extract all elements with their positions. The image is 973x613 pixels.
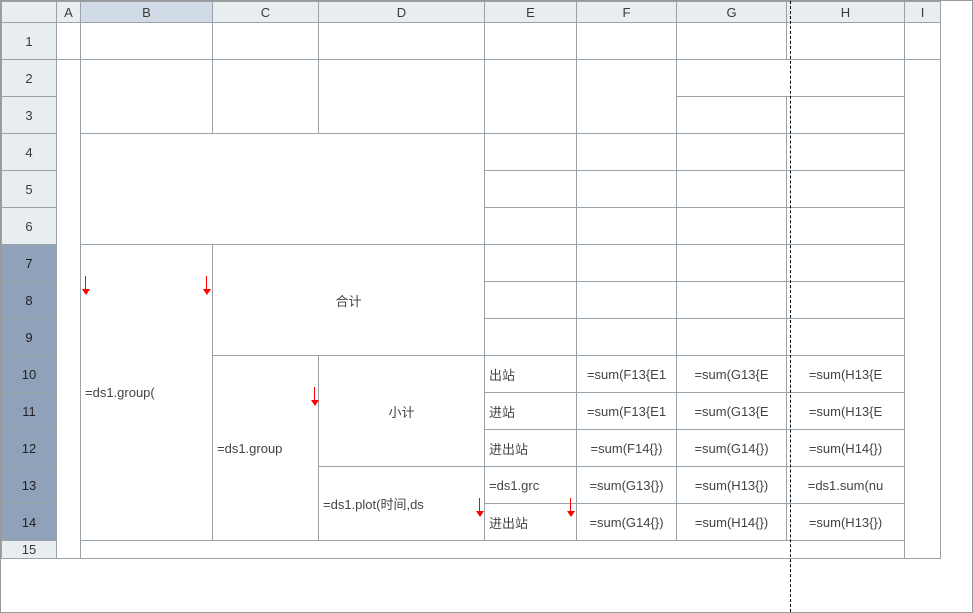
cell-G8[interactable]: =sum(G11{}): [677, 282, 787, 319]
cell-D13[interactable]: =ds1.plot(时间,ds: [319, 467, 485, 541]
cell-E6[interactable]: 进出站: [485, 208, 577, 245]
row-header-15[interactable]: 15: [2, 541, 57, 559]
cell-F8[interactable]: =sum(F11{}): [577, 282, 677, 319]
row-header-6[interactable]: 6: [2, 208, 57, 245]
row-header-14[interactable]: 14: [2, 504, 57, 541]
col-header-I[interactable]: I: [905, 2, 941, 23]
col-header-E[interactable]: E: [485, 2, 577, 23]
row-header-8[interactable]: 8: [2, 282, 57, 319]
row-header-13[interactable]: 13: [2, 467, 57, 504]
cell-E7[interactable]: 出站: [485, 245, 577, 282]
cell-H14[interactable]: =sum(H13{}): [787, 504, 905, 541]
cell-A-block[interactable]: [57, 60, 81, 559]
select-all-corner[interactable]: [2, 2, 57, 23]
cell-F10[interactable]: =sum(F13{E1: [577, 356, 677, 393]
cell-E5[interactable]: 进站: [485, 171, 577, 208]
cell-D2[interactable]: 时间段: [319, 60, 485, 134]
col-header-D[interactable]: D: [319, 2, 485, 23]
cell-H4[interactable]: =sum(H7{}): [787, 134, 905, 171]
cell-F5[interactable]: =sum(F8{}): [577, 171, 677, 208]
page-break-line: [790, 1, 791, 612]
row-header-10[interactable]: 10: [2, 356, 57, 393]
cell-A1[interactable]: [57, 23, 81, 60]
cell-G13[interactable]: =sum(H13{}): [677, 467, 787, 504]
cell-H11[interactable]: =sum(H13{E: [787, 393, 905, 430]
cell-F2[interactable]: 合计: [577, 60, 677, 134]
cell-total-label[interactable]: 总计: [81, 134, 485, 245]
cell-H6[interactable]: =sum(H9{}): [787, 208, 905, 245]
cell-F6[interactable]: =sum(F9{}): [577, 208, 677, 245]
cell-E12[interactable]: 进出站: [485, 430, 577, 467]
cell-H3[interactable]: =ds1.group(t: [787, 97, 905, 134]
cell-G1[interactable]: [677, 23, 787, 60]
cell-C2[interactable]: 车站: [213, 60, 319, 134]
cell-F12[interactable]: =sum(F14{}): [577, 430, 677, 467]
cell-B1[interactable]: [81, 23, 213, 60]
cell-B2[interactable]: =ds2.count(): [81, 60, 213, 134]
cell-G3[interactable]: 小计: [677, 97, 787, 134]
cell-F1[interactable]: [577, 23, 677, 60]
col-header-H[interactable]: H: [787, 2, 905, 23]
cell-D10[interactable]: 小计: [319, 356, 485, 467]
cell-E2[interactable]: 进出站: [485, 60, 577, 134]
row-header-9[interactable]: 9: [2, 319, 57, 356]
cell-H5[interactable]: =sum(H8{}): [787, 171, 905, 208]
cell-C1[interactable]: [213, 23, 319, 60]
cell-G14[interactable]: =sum(H14{}): [677, 504, 787, 541]
cell-H12[interactable]: =sum(H14{}): [787, 430, 905, 467]
cell-H7[interactable]: =sum(H10{}): [787, 245, 905, 282]
cell-E1[interactable]: [485, 23, 577, 60]
cell-F14[interactable]: =sum(G14{}): [577, 504, 677, 541]
row-header-3[interactable]: 3: [2, 97, 57, 134]
cell-H8[interactable]: =sum(H11{}): [787, 282, 905, 319]
cell-G9[interactable]: =sum(G12{}): [677, 319, 787, 356]
cell-G11[interactable]: =sum(G13{E: [677, 393, 787, 430]
spreadsheet-grid[interactable]: A B C D E F G H I 1 2 =ds2.count() 车站 时间…: [1, 1, 941, 559]
cell-G7[interactable]: =sum(G10{}): [677, 245, 787, 282]
cell-F13[interactable]: =sum(G13{}): [577, 467, 677, 504]
cell-row15[interactable]: [81, 541, 905, 559]
cell-C7[interactable]: 合计: [213, 245, 485, 356]
col-header-B[interactable]: B: [81, 2, 213, 23]
cell-I-block[interactable]: [905, 60, 941, 559]
cell-H9[interactable]: =sum(H12{}): [787, 319, 905, 356]
col-header-A[interactable]: A: [57, 2, 81, 23]
cell-E9[interactable]: 进出站: [485, 319, 577, 356]
cell-F4[interactable]: =sum(F7{}): [577, 134, 677, 171]
row-header-1[interactable]: 1: [2, 23, 57, 60]
cell-F11[interactable]: =sum(F13{E1: [577, 393, 677, 430]
cell-H13[interactable]: =ds1.sum(nu: [787, 467, 905, 504]
cell-G4[interactable]: =sum(G7{}): [677, 134, 787, 171]
row-header-11[interactable]: 11: [2, 393, 57, 430]
cell-C10[interactable]: =ds1.group: [213, 356, 319, 541]
col-header-F[interactable]: F: [577, 2, 677, 23]
cell-F9[interactable]: =sum(F12{}): [577, 319, 677, 356]
cell-H10[interactable]: =sum(H13{E: [787, 356, 905, 393]
col-header-C[interactable]: C: [213, 2, 319, 23]
row-header-4[interactable]: 4: [2, 134, 57, 171]
row-header-7[interactable]: 7: [2, 245, 57, 282]
cell-H1[interactable]: [787, 23, 905, 60]
col-header-G[interactable]: G: [677, 2, 787, 23]
cell-F7[interactable]: =sum(F10{}): [577, 245, 677, 282]
cell-G5[interactable]: =sum(G8{}): [677, 171, 787, 208]
cell-E10[interactable]: 出站: [485, 356, 577, 393]
cell-I1[interactable]: [905, 23, 941, 60]
cell-E14[interactable]: 进出站: [485, 504, 577, 541]
cell-G10[interactable]: =sum(G13{E: [677, 356, 787, 393]
cell-E11[interactable]: 进站: [485, 393, 577, 430]
row-header-2[interactable]: 2: [2, 60, 57, 97]
row-header-5[interactable]: 5: [2, 171, 57, 208]
cell-B7[interactable]: =ds1.group(: [81, 245, 213, 541]
cell-E4[interactable]: 出站: [485, 134, 577, 171]
cell-G6[interactable]: =sum(G9{}): [677, 208, 787, 245]
cell-G12[interactable]: =sum(G14{}): [677, 430, 787, 467]
spreadsheet-viewport: A B C D E F G H I 1 2 =ds2.count() 车站 时间…: [0, 0, 973, 613]
cell-E13[interactable]: =ds1.grc: [485, 467, 577, 504]
cell-D1[interactable]: [319, 23, 485, 60]
cell-E8[interactable]: 进站: [485, 282, 577, 319]
row-header-12[interactable]: 12: [2, 430, 57, 467]
